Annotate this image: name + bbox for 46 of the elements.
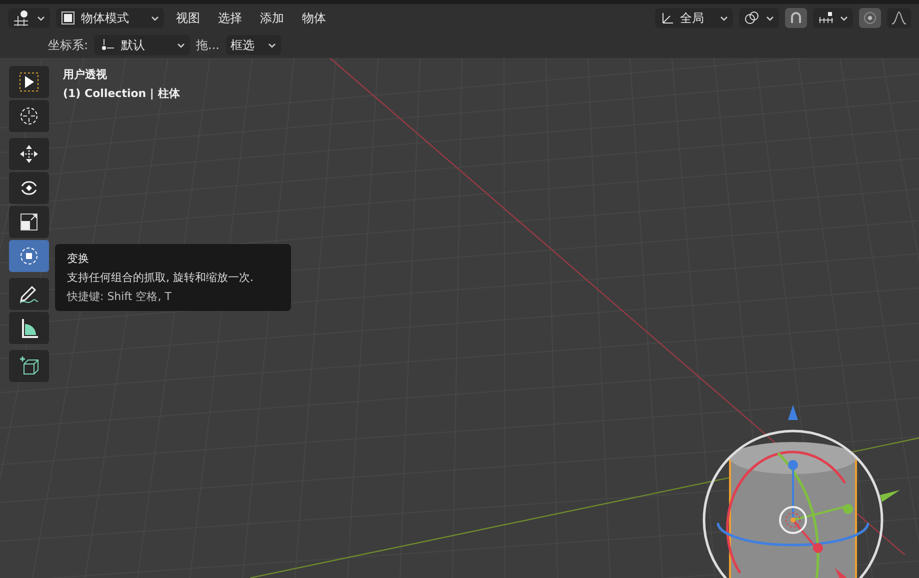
axes-dot-icon bbox=[99, 38, 116, 52]
axes-sphere-icon bbox=[13, 10, 31, 26]
coordinate-system-dropdown[interactable]: 默认 bbox=[94, 35, 190, 55]
caret-icon bbox=[840, 16, 848, 20]
falloff-curve-icon bbox=[891, 11, 907, 25]
dot-circle-icon bbox=[863, 11, 877, 25]
tool-button[interactable] bbox=[9, 138, 49, 170]
tooltip-description: 支持任何组合的抓取, 旋转和缩放一次. bbox=[67, 270, 254, 285]
drag-label: 拖... bbox=[196, 36, 220, 54]
snap-dropdown[interactable] bbox=[813, 8, 853, 28]
tool-button[interactable] bbox=[9, 172, 49, 204]
tool-button[interactable] bbox=[9, 278, 49, 310]
view-name: 用户透视 bbox=[63, 67, 108, 82]
caret-icon bbox=[766, 16, 774, 20]
pivot-dropdown[interactable] bbox=[739, 8, 779, 28]
coordinate-system-label: 坐标系: bbox=[48, 36, 88, 54]
caret-icon bbox=[268, 42, 276, 48]
magnet-icon bbox=[789, 11, 803, 25]
proportional-edit-toggle[interactable] bbox=[859, 8, 881, 28]
tool-button[interactable] bbox=[9, 206, 49, 238]
caret-icon bbox=[720, 16, 728, 20]
object-mode-icon bbox=[61, 11, 75, 25]
tool-button[interactable] bbox=[9, 312, 49, 344]
linked-circles-icon bbox=[744, 11, 760, 25]
menu-item[interactable]: 添加 bbox=[254, 10, 290, 26]
tooltip-title: 变换 bbox=[67, 251, 90, 266]
snap-increment-icon bbox=[818, 11, 834, 25]
tool-button[interactable] bbox=[9, 66, 49, 98]
falloff-dropdown[interactable] bbox=[887, 8, 911, 28]
magnet-toggle[interactable] bbox=[785, 8, 807, 28]
menu-item[interactable]: 选择 bbox=[212, 10, 248, 26]
caret-icon bbox=[151, 16, 159, 20]
tool-button[interactable] bbox=[9, 100, 49, 132]
caret-icon bbox=[177, 42, 186, 48]
axes-icon bbox=[660, 11, 674, 25]
editor-type-dropdown[interactable] bbox=[8, 8, 50, 28]
collection-label: (1) Collection | 柱体 bbox=[63, 86, 180, 101]
caret-icon bbox=[37, 16, 45, 20]
orientation-dropdown[interactable]: 全局 bbox=[655, 8, 733, 28]
mode-dropdown[interactable]: 物体模式 bbox=[56, 8, 164, 28]
menu-item[interactable]: 视图 bbox=[170, 10, 206, 26]
menu-item[interactable]: 物体 bbox=[296, 10, 332, 26]
tool-button[interactable] bbox=[9, 350, 49, 382]
drag-mode-dropdown[interactable]: 框选 bbox=[226, 35, 280, 55]
tooltip-shortcut: 快捷键: Shift 空格, T bbox=[67, 289, 172, 304]
select-box-icon bbox=[17, 70, 41, 94]
